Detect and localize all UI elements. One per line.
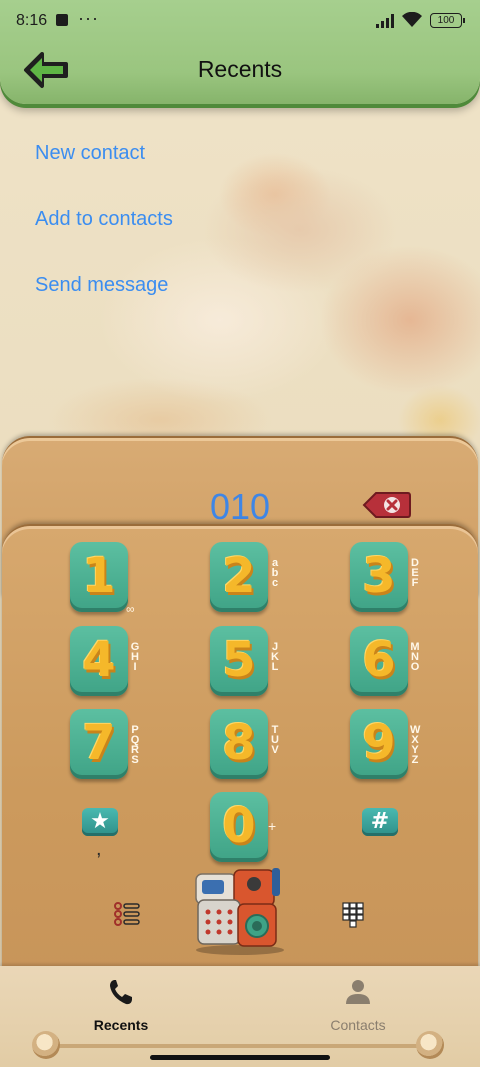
dial-key-9[interactable]: 9 WXYZ (350, 709, 420, 779)
backspace-icon (362, 492, 411, 518)
dial-key-8[interactable]: 8 TUV (210, 709, 279, 779)
dial-key-6[interactable]: 6 MNO (350, 626, 420, 696)
keypad-icon (342, 902, 364, 928)
key-letters: PQRS (130, 724, 140, 766)
backspace-button[interactable] (362, 490, 412, 520)
tab-contacts-label: Contacts (330, 1017, 386, 1033)
notification-icon (56, 14, 68, 26)
signal-icon (376, 14, 394, 28)
home-indicator[interactable] (150, 1055, 330, 1060)
voicemail-icon: ∞ (126, 602, 135, 616)
dial-key-5[interactable]: 5 JKL (210, 626, 279, 696)
dial-key-star[interactable]: ★ (82, 808, 118, 836)
page-title: Recents (197, 56, 283, 82)
key-letters: DEF (411, 557, 419, 589)
dial-key-1[interactable]: 1 ∞ (70, 542, 135, 616)
key-letters: WXYZ (410, 724, 421, 766)
key-digit: 2 (222, 548, 256, 604)
dialpad-toggle-button[interactable] (342, 902, 364, 935)
key-digit: 8 (222, 715, 256, 771)
more-notifications-icon: ··· (78, 8, 99, 28)
hash-icon: # (370, 809, 390, 834)
tab-recents[interactable]: Recents (61, 974, 181, 1044)
decorative-pin-left (32, 1031, 60, 1059)
person-icon (346, 980, 370, 1004)
clay-phone-call-icon (195, 868, 284, 955)
key-digit: 0 (222, 798, 256, 854)
list-icon (114, 902, 140, 926)
plus-label: + (268, 818, 277, 834)
star-icon: ★ (90, 809, 110, 834)
decorative-pin-right (416, 1031, 444, 1059)
dial-key-hash[interactable]: # (362, 808, 398, 836)
new-contact-link[interactable]: New contact (35, 140, 173, 206)
action-menu: New contact Add to contacts Send message (35, 140, 173, 338)
dial-key-2[interactable]: 2 abc (210, 542, 278, 612)
key-digit: 6 (362, 632, 396, 688)
key-letters: GHI (130, 641, 140, 673)
dial-key-7[interactable]: 7 PQRS (70, 709, 139, 779)
dial-key-0[interactable]: 0 (210, 792, 268, 862)
pause-label: , (96, 838, 102, 860)
call-button[interactable] (194, 866, 286, 961)
key-letters: abc (271, 557, 279, 589)
battery-icon: 100 (430, 13, 465, 28)
wifi-icon (402, 12, 422, 27)
key-digit: 5 (222, 632, 256, 688)
key-digit: 4 (82, 632, 116, 688)
key-letters: MNO (410, 641, 420, 673)
call-log-menu-button[interactable] (114, 902, 140, 931)
status-time: 8:16 (16, 12, 48, 29)
send-message-link[interactable]: Send message (35, 272, 173, 338)
key-letters: JKL (271, 641, 279, 673)
tab-recents-label: Recents (93, 1017, 149, 1033)
status-bar: 8:16 ··· 100 (0, 0, 480, 40)
dial-key-3[interactable]: 3 DEF (350, 542, 419, 612)
key-digit: 9 (362, 715, 396, 771)
decorative-rail (58, 1044, 422, 1048)
key-digit: 1 (82, 548, 116, 604)
key-digit: 3 (362, 548, 396, 604)
tab-contacts[interactable]: Contacts (298, 974, 418, 1044)
key-letters: TUV (271, 724, 279, 756)
add-to-contacts-link[interactable]: Add to contacts (35, 206, 173, 272)
phone-icon (110, 980, 132, 1005)
key-digit: 7 (82, 715, 116, 771)
dial-key-4[interactable]: 4 GHI (70, 626, 139, 696)
